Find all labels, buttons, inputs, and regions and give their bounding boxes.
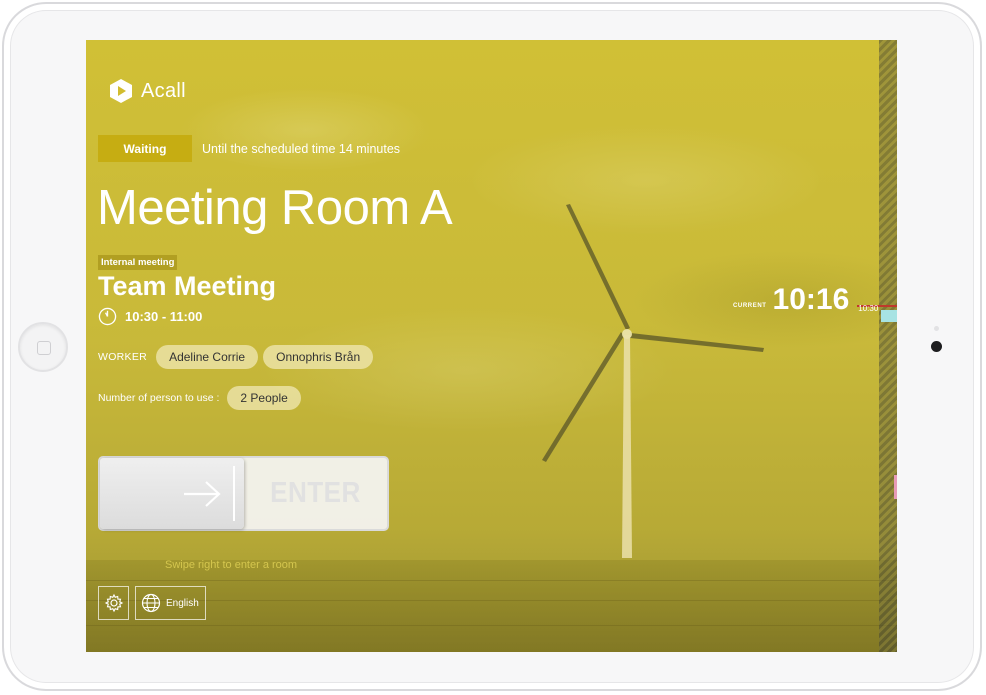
acall-logo-icon (110, 79, 132, 103)
front-camera (931, 341, 942, 352)
worker-chip: Adeline Corrie (156, 345, 259, 369)
field-line (86, 580, 897, 581)
people-row: Number of person to use : 2 People (98, 386, 301, 410)
home-button[interactable] (18, 322, 68, 372)
current-label: CURRENT (733, 303, 767, 309)
room-name: Meeting Room A (97, 181, 453, 235)
timeline-marker (894, 475, 897, 499)
swipe-handle[interactable] (100, 458, 244, 529)
meeting-title: Team Meeting (98, 271, 277, 301)
acall-logo: Acall (108, 78, 186, 104)
arrow-right-icon (184, 481, 221, 507)
light-sensor (934, 326, 939, 331)
wind-turbine-image (542, 204, 764, 558)
gear-icon (104, 593, 123, 613)
clock-icon (98, 307, 117, 326)
settings-button[interactable] (98, 586, 129, 620)
meeting-time: 10:30 - 11:00 (98, 307, 202, 326)
worker-label: WORKER (98, 351, 148, 363)
worker-chip: Onnophris Brån (263, 345, 374, 369)
meeting-time-range: 10:30 - 11:00 (125, 309, 203, 324)
swipe-hint: Swipe right to enter a room (165, 559, 298, 571)
language-label: English (166, 597, 199, 609)
current-time-display: CURRENT 10:16 10:30 (733, 285, 878, 315)
field-line (86, 600, 897, 601)
background-field (86, 560, 897, 652)
logo-text: Acall (141, 79, 186, 102)
enter-label: ENTER (270, 477, 361, 509)
meeting-type-tag: Internal meeting (98, 255, 178, 270)
worker-row: WORKER Adeline Corrie Onnophris Brån (98, 345, 374, 369)
field-line (86, 625, 897, 626)
status-text: Until the scheduled time 14 minutes (202, 141, 401, 156)
status-badge: Waiting (98, 135, 192, 162)
people-count-chip: 2 People (227, 386, 301, 410)
current-time: 10:16 (772, 283, 850, 316)
status-row: Waiting Until the scheduled time 14 minu… (98, 135, 400, 162)
screen: Acall Waiting Until the scheduled time 1… (86, 40, 897, 652)
schedule-timeline[interactable] (879, 40, 897, 652)
timeline-meeting-slot[interactable] (881, 310, 897, 322)
handle-grip (233, 466, 235, 521)
language-button[interactable]: English (135, 586, 206, 620)
globe-icon (141, 593, 161, 613)
people-label: Number of person to use : (98, 392, 220, 404)
timeline-slot-time: 10:30 (858, 304, 879, 313)
